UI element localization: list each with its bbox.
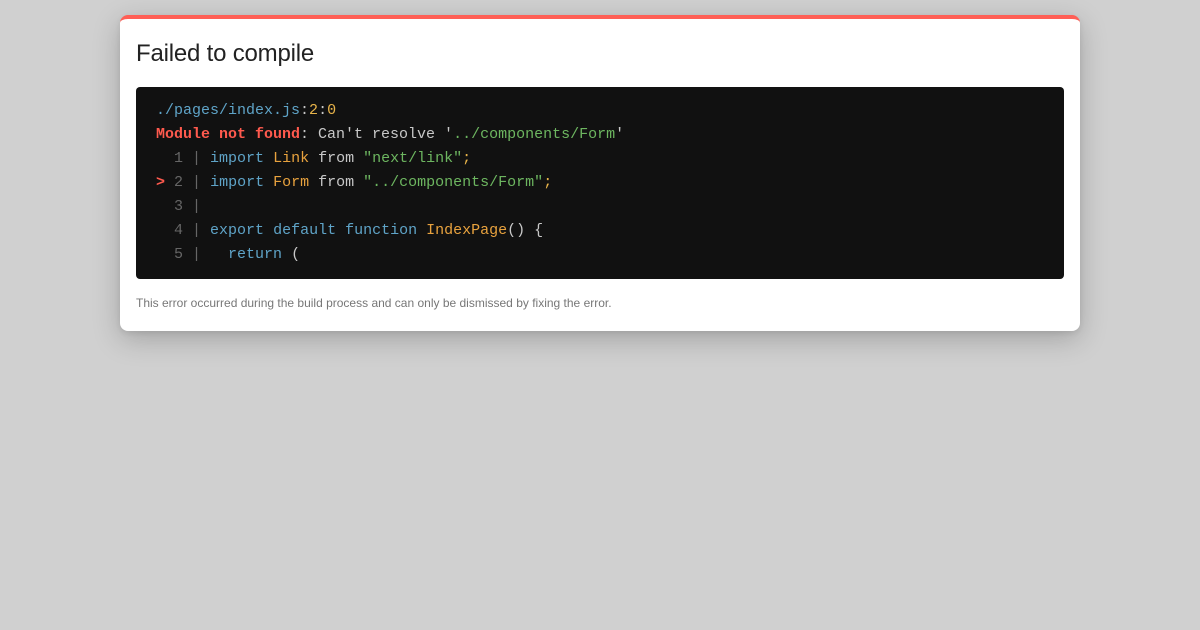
code-token: "../components/Form" [363,174,544,191]
error-line-number: 2 [309,102,319,119]
error-message-prefix: : Can't resolve ' [300,126,454,143]
code-line-2: > 2 | import Form from "../components/Fo… [156,174,553,191]
code-line-4: 4 | export default function IndexPage() … [174,222,544,239]
code-token: import [210,174,265,191]
line-number: 1 [174,150,184,167]
error-message-suffix: ' [615,126,625,143]
code-token: IndexPage [426,222,508,239]
error-module-name: ../components/Form [453,126,616,143]
dialog-footer-note: This error occurred during the build pro… [136,296,612,310]
line-number: 2 [174,174,184,191]
error-code-frame: ./pages/index.js:2:0 Module not found: C… [136,87,1064,279]
error-file-path: ./pages/index.js [156,102,301,119]
code-token: ( [291,246,301,263]
code-token: () { [507,222,544,239]
code-token: from [318,150,355,167]
code-token: Link [273,150,310,167]
error-column-number: 0 [327,102,337,119]
code-token: "next/link" [363,150,463,167]
code-token: ; [543,174,553,191]
code-token: export [210,222,265,239]
dialog-title: Failed to compile [136,40,315,67]
code-token: function [345,222,418,239]
code-token: import [210,150,265,167]
build-error-dialog: Failed to compile ./pages/index.js:2:0 M… [120,15,1080,331]
code-line-1: 1 | import Link from "next/link"; [174,150,472,167]
error-message: Module not found: Can't resolve '../comp… [156,123,1044,147]
code-line-3: 3 | [174,198,202,215]
line-number: 3 [174,198,184,215]
error-location: ./pages/index.js:2:0 [156,102,337,119]
code-token: from [318,174,355,191]
code-token: ; [462,150,472,167]
line-number: 4 [174,222,184,239]
code-token: default [273,222,337,239]
line-number: 5 [174,246,184,263]
error-line-marker: > [156,174,166,191]
code-line-5: 5 | return ( [174,246,301,263]
code-token: return [228,246,283,263]
code-token: Form [273,174,310,191]
error-label: Module not found [156,126,301,143]
